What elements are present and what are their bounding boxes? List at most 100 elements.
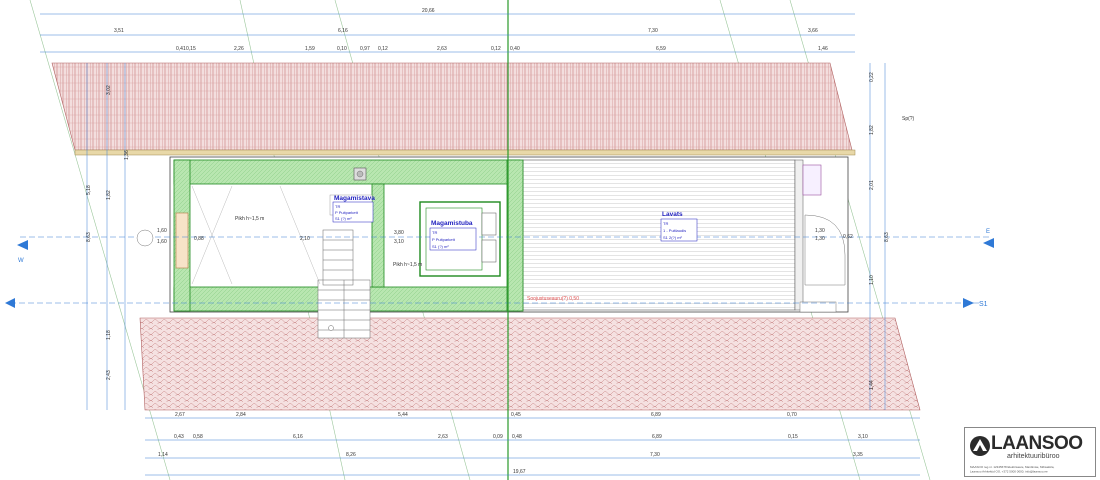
dimension-label: 1,59 [305, 46, 315, 52]
logo-contact-line: MAASOO reg.nr. 12345678 Elektrisaare, Ma… [970, 465, 1055, 469]
dimension-label: 2,63 [438, 434, 448, 440]
dimension-label: 2,43 [106, 370, 112, 380]
steps-right [799, 301, 837, 313]
wardrobe-2 [481, 239, 497, 263]
dimension-label: 1,60 [157, 228, 167, 234]
room-info-line: TR [335, 204, 340, 209]
dimension-label: 3,10 [858, 434, 868, 440]
dimension-label: 0,09 [493, 434, 503, 440]
logo-contact: MAASOO reg.nr. 12345678 Elektrisaare, Ma… [970, 465, 1055, 474]
dimension-label: 1,82 [106, 190, 112, 200]
title-block-logo: LAANSOO arhitektuuribüroo MAASOO reg.nr.… [964, 427, 1096, 477]
dimension-label: 0,41 [176, 46, 186, 52]
lavats-floor [522, 159, 796, 311]
dimension-label: 6,59 [656, 46, 666, 52]
room-name-magamistava: Magamistava [334, 195, 375, 202]
gable-end [794, 159, 804, 311]
pikh-label-left: Pikh h~1,5 m [235, 216, 264, 222]
roof-top-slope [51, 62, 853, 151]
dimension-label: 2,67 [175, 412, 185, 418]
room-info-line: S1 (?) m² [335, 216, 352, 221]
axis-marker-left-2 [17, 240, 28, 250]
dimension-label: 3,80 [394, 230, 404, 236]
dimension-label: 2,10 [300, 236, 310, 242]
eave-band [74, 149, 856, 156]
room-info-line: P Puitparkett [432, 237, 456, 242]
room-info-line: TR [432, 230, 437, 235]
dimension-label: 1,30 [815, 228, 825, 234]
chimney-flue [356, 170, 364, 178]
dimension-label: 0,62 [843, 234, 853, 240]
dimension-label: 7,30 [648, 28, 658, 34]
dimension-label: 5,18 [86, 185, 92, 195]
dimension-label: 7,30 [650, 452, 660, 458]
room-tag-magamistuba: Magamistuba TR P Puitparkett S1 (?) m² [429, 220, 477, 251]
dimension-label: 1,82 [869, 125, 875, 135]
dimension-label: 0,12 [378, 46, 388, 52]
wardrobe-1 [481, 212, 497, 236]
dimension-label: 3,66 [808, 28, 818, 34]
laansoo-logo-icon [970, 436, 990, 456]
dimension-label: 1,14 [158, 452, 168, 458]
room-name-lavats: Lavats [662, 211, 683, 218]
logo-name: LAANSOO [991, 433, 1083, 454]
window-left [175, 212, 189, 269]
dimension-label: 1,18 [106, 330, 112, 340]
dimension-label: 2,01 [869, 180, 875, 190]
dimension-label: 6,16 [338, 28, 348, 34]
dimension-label: 1,60 [157, 239, 167, 245]
axis-label-s1: S1 [979, 301, 988, 308]
dimension-label: 1,44 [869, 380, 875, 390]
dimension-label: 0,97 [360, 46, 370, 52]
axis-marker-right-2 [983, 238, 994, 248]
roof-bottom-slope [139, 317, 921, 411]
dimension-label: 5,44 [398, 412, 408, 418]
dimension-label: 1,36 [124, 150, 130, 160]
dimension-label: 0,15 [788, 434, 798, 440]
dimension-label: 3,51 [114, 28, 124, 34]
dimension-label: 0,45 [511, 412, 521, 418]
room-name-magamistuba: Magamistuba [431, 220, 473, 227]
dimension-label: 20,66 [422, 8, 435, 14]
dimension-label: 0,58 [193, 434, 203, 440]
axis-marker-left-1 [5, 298, 15, 308]
dimension-label: 0,88 [194, 236, 204, 242]
dimension-label: 1,10 [869, 275, 875, 285]
dimension-label: 8,63 [884, 232, 890, 242]
dimension-label: 0,70 [787, 412, 797, 418]
axis-marker-right-1 [963, 298, 974, 308]
dimension-label: 3,10 [394, 239, 404, 245]
dimension-label: 0,22 [869, 72, 875, 82]
room-info-line: S1 2(?) m² [663, 235, 683, 240]
entrance-frame [802, 164, 822, 196]
dimension-label: 6,89 [652, 434, 662, 440]
dimension-label: 0,43 [174, 434, 184, 440]
level-marker [136, 229, 154, 247]
sp-note: Sp(?) [902, 116, 915, 122]
dimension-label: 2,63 [437, 46, 447, 52]
dimension-label: 8,63 [86, 232, 92, 242]
axis-label-w: W [18, 258, 24, 264]
dimension-label: 2,84 [236, 412, 246, 418]
room-info-line: S1 (?) m² [432, 244, 449, 249]
dimension-label: 1,46 [818, 46, 828, 52]
pikh-label-right: Pikh h~1,5 m [393, 262, 422, 268]
logo-subtitle: arhitektuuribüroo [1007, 453, 1060, 460]
room-info-line: P Puitparkett [335, 210, 359, 215]
dimension-label: 0,10 [337, 46, 347, 52]
room-info-line: 1 - Puitlaudis [663, 228, 686, 233]
logo-contact-line: Laansoo Arhitektid OÜ, +372 5000 0000, i… [970, 470, 1048, 474]
dimension-label: 19,67 [513, 469, 526, 475]
dimension-label: 2,26 [234, 46, 244, 52]
floor-plan-drawing: S1 E W 20,663,51 6,16 7,30 3,660,41 0,15 2,26… [5, 0, 994, 480]
dimension-label: 3,02 [106, 85, 112, 95]
dimension-label: 0,15 [186, 46, 196, 52]
axis-label-e: E [986, 229, 990, 235]
dimension-label: 1,30 [815, 236, 825, 242]
dimension-label: 0,40 [510, 46, 520, 52]
dimension-label: 0,48 [512, 434, 522, 440]
dimension-label: 0,12 [491, 46, 501, 52]
dimension-label: 3,35 [853, 452, 863, 458]
dimension-label: 6,89 [651, 412, 661, 418]
room-info-line: TR [663, 221, 668, 226]
